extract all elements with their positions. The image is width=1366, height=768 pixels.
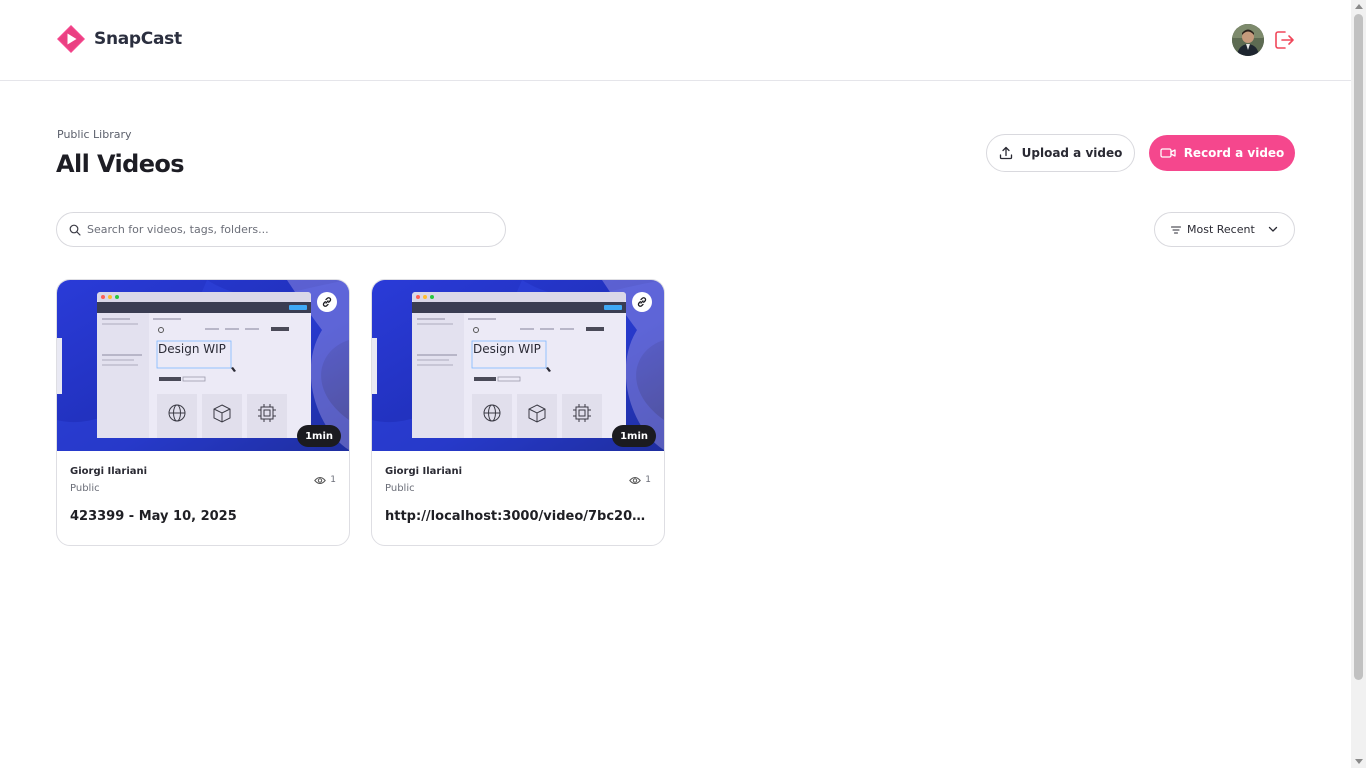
duration-badge: 1min xyxy=(612,425,656,447)
scroll-up-arrow-icon[interactable] xyxy=(1355,4,1363,9)
video-card[interactable]: Design WIP 1min Giorgi Ilariani Public 1… xyxy=(371,279,665,546)
video-visibility: Public xyxy=(70,483,100,494)
sort-lines-icon xyxy=(1171,225,1181,234)
user-avatar[interactable] xyxy=(1232,24,1264,56)
video-author: Giorgi Ilariani xyxy=(385,466,463,477)
video-visibility: Public xyxy=(385,483,415,494)
video-camera-icon xyxy=(1160,148,1176,158)
view-count: 1 xyxy=(629,475,651,485)
page-scrollbar[interactable] xyxy=(1351,0,1366,768)
app-logo[interactable]: SnapCast xyxy=(56,24,182,54)
eye-icon xyxy=(314,476,327,484)
link-icon xyxy=(322,297,332,307)
eye-icon xyxy=(629,476,642,484)
video-thumbnail[interactable]: Design WIP 1min xyxy=(57,280,349,451)
copy-link-button[interactable] xyxy=(317,292,337,312)
scrollbar-thumb[interactable] xyxy=(1354,14,1363,680)
upload-video-label: Upload a video xyxy=(1021,146,1123,160)
search-icon xyxy=(69,224,81,236)
sort-dropdown[interactable]: Most Recent xyxy=(1154,212,1295,247)
video-thumbnail[interactable]: Design WIP 1min xyxy=(372,280,664,451)
search-input[interactable] xyxy=(87,223,487,236)
copy-link-button[interactable] xyxy=(632,292,652,312)
sort-selected-label: Most Recent xyxy=(1187,223,1255,236)
app-name: SnapCast xyxy=(94,29,182,49)
video-title[interactable]: 423399 - May 10, 2025 xyxy=(70,509,338,524)
thumbnail-text: Design WIP xyxy=(158,342,226,356)
view-count-value: 1 xyxy=(330,475,336,485)
view-count-value: 1 xyxy=(645,475,651,485)
search-bar[interactable] xyxy=(56,212,506,247)
view-count: 1 xyxy=(314,475,336,485)
duration-badge: 1min xyxy=(297,425,341,447)
video-author: Giorgi Ilariani xyxy=(70,466,148,477)
scroll-down-arrow-icon[interactable] xyxy=(1355,759,1363,764)
top-navbar: SnapCast xyxy=(0,0,1351,81)
logout-icon[interactable] xyxy=(1272,29,1296,51)
play-icon xyxy=(57,25,85,53)
avatar-image xyxy=(1232,24,1264,56)
upload-video-button[interactable]: Upload a video xyxy=(986,134,1135,172)
chevron-down-icon xyxy=(1268,226,1278,232)
video-title[interactable]: http://localhost:3000/video/7bc2073... xyxy=(385,509,653,524)
record-video-button[interactable]: Record a video xyxy=(1149,135,1295,171)
thumbnail-text: Design WIP xyxy=(473,342,541,356)
link-icon xyxy=(637,297,647,307)
page-title: All Videos xyxy=(56,150,185,178)
page-subtitle: Public Library xyxy=(57,128,132,141)
upload-icon xyxy=(999,146,1012,160)
video-card[interactable]: Design WIP 1min Giorgi Ilariani Public 1… xyxy=(56,279,350,546)
record-video-label: Record a video xyxy=(1183,146,1285,160)
